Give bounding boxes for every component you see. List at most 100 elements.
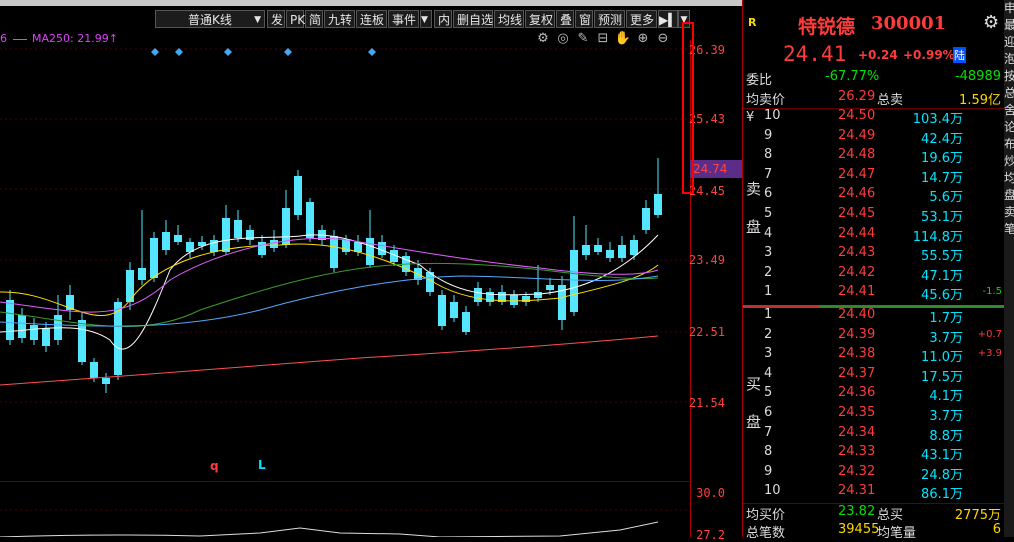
level-volume: 3.7万	[929, 409, 963, 424]
level-price: 24.45	[838, 206, 876, 221]
level-price: 24.38	[838, 346, 876, 362]
price-change: +0.24	[858, 48, 898, 62]
candle-body	[6, 300, 14, 340]
trades-row: 总笔数 39455 均笔量 6	[743, 522, 1005, 541]
level-price: 24.48	[838, 147, 876, 163]
avg-sell-row: 均卖价 26.29 总卖 1.59亿	[743, 89, 1005, 109]
toolbar-button[interactable]: 发	[267, 10, 285, 28]
toolbar-button[interactable]: 叠	[556, 10, 574, 28]
candle-body	[510, 295, 518, 305]
toolbar-button[interactable]: 内	[434, 10, 452, 28]
sell-level-row[interactable]: 6 24.46 5.6万	[743, 186, 1005, 205]
level-number: 3	[764, 346, 773, 362]
candle-body	[234, 220, 242, 238]
toolbar-button[interactable]: 预测	[594, 10, 625, 28]
level-volume: 17.5万	[921, 369, 963, 385]
side-strip-char: 迎	[1004, 35, 1014, 49]
level-number: 6	[764, 186, 773, 202]
level-number: 10	[764, 108, 781, 123]
sell-level-row[interactable]: 2 24.42 47.1万	[743, 265, 1005, 284]
toolbar-button[interactable]: 更多	[626, 10, 657, 28]
sell-level-row[interactable]: 7 24.47 14.7万	[743, 167, 1005, 186]
sell-level-row[interactable]: 3 24.43 55.5万	[743, 245, 1005, 264]
stock-name: 特锐德	[798, 16, 856, 38]
axis-label-22-51: 22.51	[688, 325, 725, 339]
buy-level-row[interactable]: 4 24.37 17.5万	[743, 366, 1005, 385]
kline-chart[interactable]	[0, 40, 690, 537]
level-number: 6	[764, 405, 773, 420]
buy-level-row[interactable]: 2 24.39 3.7万 +0.7	[743, 327, 1005, 346]
toolbar-button[interactable]: PK	[286, 10, 305, 28]
sell-level-row[interactable]: 5 24.45 53.1万	[743, 206, 1005, 225]
level-change: -1.5	[982, 286, 1002, 298]
toolbar-button[interactable]: 均线	[494, 10, 524, 28]
level-number: 4	[764, 225, 773, 241]
highlight-bracket	[682, 22, 694, 194]
candle-body	[546, 285, 554, 290]
buy-level-row[interactable]: 1 24.40 1.7万	[743, 307, 1005, 326]
buy-level-row[interactable]: 10 24.31 86.1万	[743, 483, 1005, 502]
committee-diff: -48989	[954, 69, 1001, 84]
side-strip-char: 按	[1004, 69, 1014, 83]
level-volume: 3.7万	[929, 330, 963, 346]
sell-level-row[interactable]: 9 24.49 42.4万	[743, 128, 1005, 147]
candle-body	[474, 288, 482, 302]
level-price: 24.49	[838, 127, 876, 143]
buy-level-row[interactable]: 7 24.34 8.8万	[743, 425, 1005, 444]
candle-body	[102, 378, 110, 384]
buy-level-row[interactable]: 6 24.35 3.7万	[743, 405, 1005, 424]
candle-body	[450, 302, 458, 318]
level-number: 8	[764, 444, 773, 460]
collapse-icon[interactable]: ▶▍	[658, 10, 678, 28]
buy-level-row[interactable]: 8 24.33 43.1万	[743, 444, 1005, 463]
level-number: 1	[764, 284, 773, 300]
toolbar-button[interactable]: 窗	[575, 10, 593, 28]
side-strip-char: 盘	[1004, 188, 1014, 202]
level-volume: 8.8万	[929, 428, 963, 444]
buy-level-row[interactable]: 5 24.36 4.1万	[743, 385, 1005, 404]
total-trades-value: 39455	[838, 522, 880, 537]
level-price: 24.32	[838, 463, 876, 479]
level-number: 1	[764, 307, 773, 322]
side-strip-char: 总	[1004, 86, 1014, 100]
chart-type-select[interactable]: 普通K线 ▼	[155, 10, 265, 28]
candle-body	[642, 208, 650, 230]
sell-level-row[interactable]: 4 24.44 114.8万	[743, 226, 1005, 245]
chart-type-label: 普通K线	[188, 13, 232, 27]
event-marker-icon	[368, 48, 376, 56]
avg-sell-label: 均卖价	[746, 93, 786, 108]
last-price: 24.41	[783, 42, 847, 66]
level-change: +0.7	[977, 328, 1002, 340]
level-price: 24.34	[838, 424, 876, 440]
sell-level-row[interactable]: 8 24.48 19.6万	[743, 147, 1005, 166]
settings-icon[interactable]: ⚙	[983, 12, 999, 33]
sell-level-row[interactable]: 10 24.50 103.4万	[743, 108, 1005, 127]
avg-buy-row: 均买价 23.82 总买 2775万	[743, 503, 1005, 523]
axis-label-30: 30.0	[696, 486, 725, 500]
toolbar-button[interactable]: 删自选	[453, 10, 493, 28]
committee-pct: -67.77%	[825, 69, 880, 84]
marker-q: q	[210, 459, 219, 473]
buy-level-row[interactable]: 3 24.38 11.0万 +3.9	[743, 346, 1005, 365]
avg-trade-value: 6	[992, 522, 1001, 537]
toolbar-button[interactable]: 事件	[388, 10, 419, 28]
candle-body	[42, 328, 50, 346]
candle-body	[462, 312, 470, 332]
chevron-down-icon[interactable]: ▼	[420, 10, 432, 28]
current-price-tag: 24.74	[690, 160, 742, 178]
side-strip-char: 布	[1004, 137, 1014, 151]
sell-level-row[interactable]: 1 24.41 45.6万 -1.5	[743, 284, 1005, 303]
toolbar-button[interactable]: 连板	[356, 10, 387, 28]
axis-label-25-43: 25.43	[688, 112, 725, 126]
level-volume: 24.8万	[921, 467, 963, 483]
side-strip-char: 笔	[1004, 222, 1014, 236]
total-sell-label: 总卖	[877, 93, 904, 108]
level-price: 24.40	[838, 307, 876, 322]
price-change-pct: +0.99%	[903, 48, 955, 62]
level-volume: 55.5万	[921, 249, 963, 265]
toolbar-button[interactable]: 简	[305, 10, 323, 28]
level-price: 24.50	[838, 108, 876, 123]
toolbar-button[interactable]: 复权	[525, 10, 555, 28]
buy-level-row[interactable]: 9 24.32 24.8万	[743, 464, 1005, 483]
toolbar-button[interactable]: 九转	[324, 10, 355, 28]
